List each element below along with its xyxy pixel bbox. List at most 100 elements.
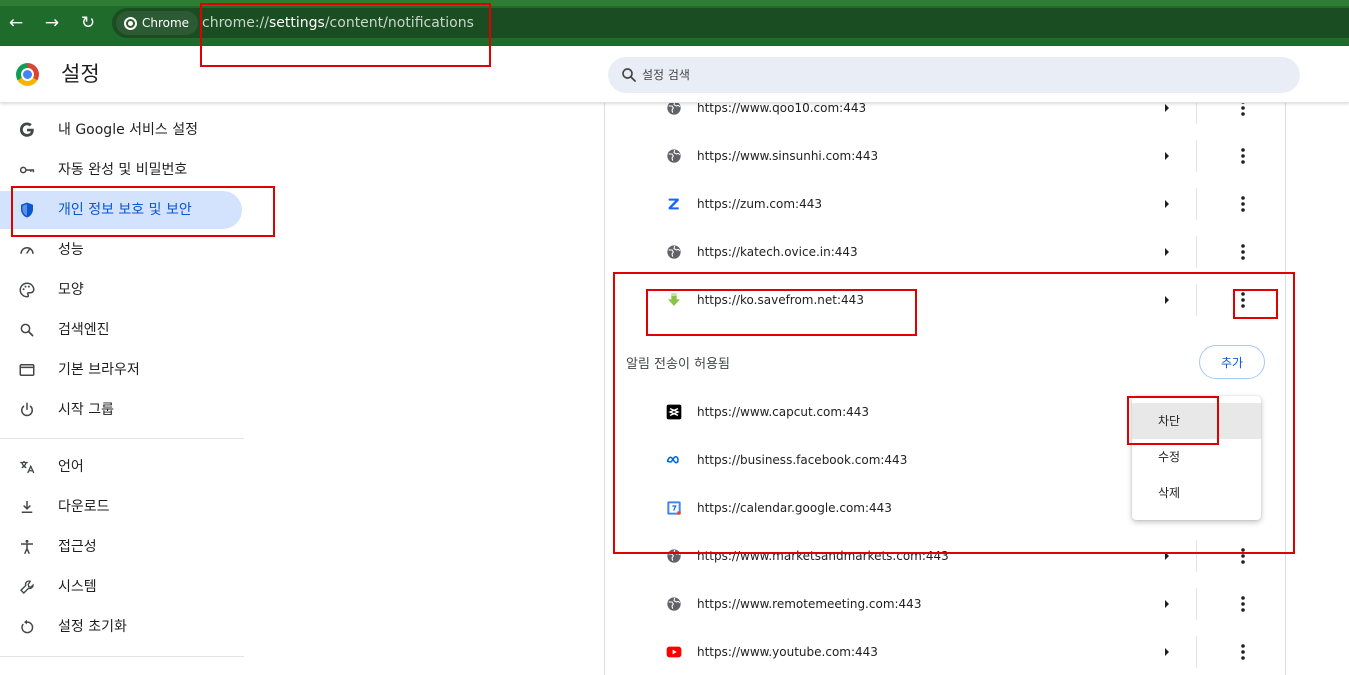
site-row[interactable]: https://www.sinsunhi.com:443 xyxy=(605,132,1285,180)
translate-icon xyxy=(20,461,35,474)
site-url: https://katech.ovice.in:443 xyxy=(697,245,858,259)
search-icon xyxy=(622,68,636,82)
google-g-icon xyxy=(19,122,34,137)
sidebar-item-google-services[interactable]: 내 Google 서비스 설정 xyxy=(0,111,242,149)
expand-arrow-icon[interactable] xyxy=(1159,244,1175,260)
capcut-icon xyxy=(666,404,682,420)
chrome-logo-icon xyxy=(16,63,39,86)
youtube-icon xyxy=(666,646,682,658)
sidebar-item-performance[interactable]: 성능 xyxy=(0,231,242,269)
meta-icon xyxy=(666,455,679,464)
add-site-button[interactable]: 추가 xyxy=(1199,345,1265,379)
page-title: 설정 xyxy=(61,62,100,86)
site-url: https://zum.com:443 xyxy=(697,197,822,211)
settings-sidebar: 내 Google 서비스 설정 자동 완성 및 비밀번호 개인 정보 보호 및 … xyxy=(0,103,250,675)
browser-window-icon xyxy=(19,364,35,376)
toolbar-accent-band xyxy=(0,0,1349,6)
sidebar-item-label: 접근성 xyxy=(58,539,97,555)
sidebar-item-system[interactable]: 시스템 xyxy=(0,568,242,606)
site-context-menu: 차단 수정 삭제 xyxy=(1132,396,1261,520)
more-actions-icon[interactable] xyxy=(1231,288,1255,312)
more-actions-icon[interactable] xyxy=(1231,192,1255,216)
expand-arrow-icon[interactable] xyxy=(1159,148,1175,164)
site-url: https://ko.savefrom.net:443 xyxy=(697,293,864,307)
row-separator xyxy=(1196,236,1197,268)
url-path: /content/notifications xyxy=(324,15,474,31)
accessibility-icon xyxy=(21,539,33,555)
url-host: settings xyxy=(269,15,325,31)
site-row[interactable]: https://www.marketsandmarkets.com:443 xyxy=(605,532,1285,580)
zum-icon xyxy=(668,198,679,210)
menu-item-block[interactable]: 차단 xyxy=(1132,403,1261,439)
site-row[interactable]: https://ko.savefrom.net:443 xyxy=(605,276,1285,324)
sidebar-item-languages[interactable]: 언어 xyxy=(0,448,242,486)
globe-icon xyxy=(667,149,681,163)
sidebar-item-label: 자동 완성 및 비밀번호 xyxy=(58,162,188,178)
back-button[interactable]: ← xyxy=(4,11,28,35)
site-row[interactable]: https://www.remotemeeting.com:443 xyxy=(605,580,1285,628)
sidebar-item-default-browser[interactable]: 기본 브라우저 xyxy=(0,351,242,389)
reset-icon xyxy=(21,619,34,634)
sidebar-item-label: 내 Google 서비스 설정 xyxy=(58,122,198,138)
forward-button[interactable]: → xyxy=(40,11,64,35)
more-actions-icon[interactable] xyxy=(1231,544,1255,568)
settings-header: 설정 xyxy=(0,46,1349,103)
more-actions-icon[interactable] xyxy=(1231,640,1255,664)
expand-arrow-icon[interactable] xyxy=(1159,196,1175,212)
power-icon xyxy=(21,402,33,417)
site-url: https://www.youtube.com:443 xyxy=(697,645,878,659)
speedometer-icon xyxy=(20,247,34,254)
expand-arrow-icon[interactable] xyxy=(1159,548,1175,564)
wrench-icon xyxy=(20,580,34,594)
reload-button[interactable]: ↻ xyxy=(76,11,100,35)
sidebar-item-downloads[interactable]: 다운로드 xyxy=(0,488,242,526)
search-icon xyxy=(20,323,34,337)
menu-item-remove[interactable]: 삭제 xyxy=(1132,475,1261,511)
more-actions-icon[interactable] xyxy=(1231,592,1255,616)
sidebar-item-search-engine[interactable]: 검색엔진 xyxy=(0,311,242,349)
allowed-section-label: 알림 전송이 허용됨 xyxy=(626,357,730,372)
settings-search[interactable] xyxy=(608,57,1300,93)
address-url[interactable]: chrome://settings/content/notifications xyxy=(202,14,474,32)
expand-arrow-icon[interactable] xyxy=(1159,292,1175,308)
row-separator xyxy=(1196,140,1197,172)
more-actions-icon[interactable] xyxy=(1231,240,1255,264)
sidebar-item-accessibility[interactable]: 접근성 xyxy=(0,528,242,566)
sidebar-item-label: 시스템 xyxy=(58,579,97,595)
row-separator xyxy=(1196,636,1197,668)
sidebar-item-privacy-security[interactable]: 개인 정보 보호 및 보안 xyxy=(0,191,242,229)
sidebar-item-label: 모양 xyxy=(58,282,84,298)
globe-icon xyxy=(667,549,681,563)
sidebar-item-autofill[interactable]: 자동 완성 및 비밀번호 xyxy=(0,151,242,189)
sidebar-item-label: 검색엔진 xyxy=(58,322,110,338)
row-separator xyxy=(1196,588,1197,620)
sidebar-divider xyxy=(0,438,244,439)
site-url: https://calendar.google.com:443 xyxy=(697,501,892,515)
sidebar-item-label: 언어 xyxy=(58,459,84,475)
expand-arrow-icon[interactable] xyxy=(1159,644,1175,660)
menu-item-edit[interactable]: 수정 xyxy=(1132,439,1261,475)
sidebar-item-on-startup[interactable]: 시작 그룹 xyxy=(0,391,242,429)
site-row[interactable]: https://zum.com:443 xyxy=(605,180,1285,228)
palette-icon xyxy=(19,282,35,298)
site-row[interactable]: https://katech.ovice.in:443 xyxy=(605,228,1285,276)
sidebar-item-label: 개인 정보 보호 및 보안 xyxy=(58,202,192,218)
row-separator xyxy=(1196,284,1197,316)
row-separator xyxy=(1196,540,1197,572)
sidebar-item-label: 성능 xyxy=(58,242,84,258)
notifications-settings-card: https://www.qoo10.com:443 https://www.si… xyxy=(604,92,1286,675)
search-input[interactable] xyxy=(642,57,1282,93)
site-info-chip[interactable]: Chrome xyxy=(116,11,199,35)
site-info-chip-label: Chrome xyxy=(142,16,190,30)
site-url: https://www.sinsunhi.com:443 xyxy=(697,149,879,163)
expand-arrow-icon[interactable] xyxy=(1159,596,1175,612)
google-calendar-icon xyxy=(667,501,681,515)
more-actions-icon[interactable] xyxy=(1231,144,1255,168)
key-icon xyxy=(19,166,35,174)
sidebar-item-reset[interactable]: 설정 초기화 xyxy=(0,608,242,646)
sidebar-item-label: 시작 그룹 xyxy=(58,402,114,418)
shield-icon xyxy=(21,202,33,218)
sidebar-item-appearance[interactable]: 모양 xyxy=(0,271,242,309)
site-row[interactable]: https://www.youtube.com:443 xyxy=(605,628,1285,675)
chrome-icon xyxy=(124,16,137,30)
